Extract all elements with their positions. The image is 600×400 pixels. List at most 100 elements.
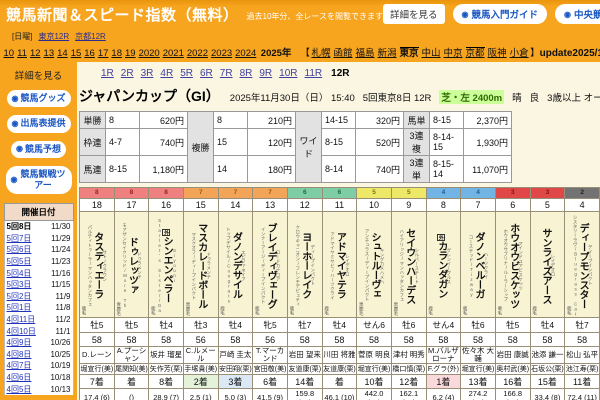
race-tab[interactable]: 10R: [279, 68, 297, 79]
year-link[interactable]: 15: [71, 48, 82, 59]
schedule-link[interactable]: 4回6日: [7, 373, 32, 382]
payout-sel-trifecta: 8-15-14: [429, 155, 464, 183]
schedule-link[interactable]: 4回11日: [7, 315, 36, 324]
year-link[interactable]: 11: [17, 48, 27, 59]
horse-name: ホウオウビスケッツ: [507, 222, 519, 309]
sidebar-detail-link[interactable]: 詳細を見る: [0, 68, 77, 82]
year-link[interactable]: 14: [57, 48, 68, 59]
schedule-link[interactable]: 4回10日: [7, 327, 36, 336]
sidebar-button[interactable]: ◉ 競馬予想: [11, 140, 66, 158]
venue-link[interactable]: 中京: [444, 48, 463, 59]
payout-table: 単勝 8 620円 複勝 8 210円 ワイド 14-15 320円 馬単 8-…: [79, 111, 512, 183]
year-link[interactable]: 2023: [211, 48, 232, 59]
venue-link[interactable]: 中山: [422, 48, 441, 59]
beginner-guide-button[interactable]: ◉ 競馬入門ガイド: [452, 4, 548, 24]
race-tabs-row: 1R 2R 3R 4R 5R 6R 7R 8R 9R 10R 11R 12R: [79, 62, 600, 84]
schedule-link[interactable]: 5回1日: [7, 303, 32, 312]
schedule-date: 11/9: [55, 291, 71, 301]
year-link[interactable]: 10: [4, 48, 15, 59]
sex-age-cell: 牡5: [79, 317, 115, 333]
race-tab[interactable]: 3R: [141, 68, 154, 79]
venue-link[interactable]: 札幌: [311, 48, 330, 59]
sex-age-cell: 牡4: [529, 317, 566, 333]
horse-table-row: 17.4 (6)() 28.9 (7) 2.5 (1) 5.0 (3) 41.5 (9)…: [79, 387, 600, 400]
schedule-row: 5回3日 11/15: [3, 279, 74, 291]
header-detail-button[interactable]: 詳細を見る: [383, 4, 445, 24]
day-race-link[interactable]: 東京12R: [38, 32, 69, 41]
venue-link[interactable]: 小倉: [510, 48, 529, 59]
schedule-header: 開催日付: [3, 203, 74, 222]
horse-number-cell: 18: [79, 198, 115, 212]
horse-name-block: ディープインパクト ヨーホーレイク クロウキャニオン/フレンチデピュティ: [295, 213, 316, 317]
last-result-cell: 16着: [494, 373, 531, 389]
year-link[interactable]: 17: [98, 48, 109, 59]
year-link[interactable]: 2024: [235, 48, 256, 59]
day-race-link[interactable]: 京都12R: [75, 32, 106, 41]
sidebar-button[interactable]: ◉ 競馬観戦ツアー: [5, 165, 72, 195]
venue-link[interactable]: 新潟: [377, 48, 396, 59]
year-link[interactable]: 16: [84, 48, 95, 59]
schedule-link[interactable]: 4回7日: [7, 361, 32, 370]
schedule-link[interactable]: 5回2日: [7, 292, 32, 301]
venue-link[interactable]: 福島: [355, 48, 374, 59]
jockey-name-cell: 津村 明秀: [390, 346, 427, 364]
horse-name: アドマイヤテラ: [334, 232, 346, 299]
schedule-link[interactable]: 5回5日: [7, 257, 32, 266]
carried-weight-cell: 58: [390, 332, 427, 347]
schedule-link[interactable]: 5回4日: [7, 269, 32, 278]
horse-name: サンライズアース: [539, 227, 551, 304]
foreign-bred-mark: 外: [162, 228, 171, 236]
coat-color: 鹿毛: [289, 306, 295, 315]
horse-name-block: キングカメハメハ シュトルーヴェ アンチュラス/ディープインパクト: [364, 213, 385, 317]
payout-sel-place-2: 15: [213, 128, 248, 156]
race-tab[interactable]: 7R: [220, 68, 233, 79]
year-current: 2025年: [260, 48, 292, 59]
venue-link[interactable]: 京都: [465, 47, 485, 59]
schedule-link[interactable]: 4回5日: [7, 385, 32, 394]
venue-link[interactable]: 阪神: [488, 48, 507, 59]
sidebar-button[interactable]: ◉ 出馬表提供: [6, 115, 71, 133]
header-buttons: 詳細を見る ◉競馬入門ガイド ◉中央競馬情報: [383, 4, 600, 24]
bracket-number-cell: 6: [321, 187, 358, 199]
year-link[interactable]: 18: [111, 48, 122, 59]
race-tab[interactable]: 9R: [259, 68, 272, 79]
venues-open-bracket: 【: [300, 48, 310, 59]
schedule-link[interactable]: 5回7日: [7, 234, 32, 243]
year-link[interactable]: 2022: [187, 48, 208, 59]
day-label: [日曜]: [12, 32, 33, 41]
sidebar-button[interactable]: ◉ 競馬グッズ: [6, 90, 71, 108]
race-tab[interactable]: 6R: [200, 68, 213, 79]
schedule-link[interactable]: 4回9日: [7, 338, 32, 347]
year-link[interactable]: 12: [30, 48, 41, 59]
schedule-link[interactable]: 4回8日: [7, 350, 32, 359]
schedule-link[interactable]: 5回6日: [7, 245, 32, 254]
race-tab[interactable]: 8R: [240, 68, 253, 79]
payout-sel-win: 8: [105, 111, 140, 129]
venue-link[interactable]: 函館: [333, 48, 352, 59]
schedule-cell: 5回4日 11/16: [3, 267, 74, 280]
schedule-cell: 5回7日 11/29: [3, 232, 74, 245]
dam-name: シスタリーラヴ/Bluegrass Cat: [573, 214, 579, 317]
horse-number-cell: 15: [182, 198, 219, 212]
schedule-row: 5回1日 11/8: [3, 302, 74, 314]
year-link[interactable]: 2020: [139, 48, 160, 59]
coat-color: 鹿毛: [255, 306, 261, 315]
venue-link[interactable]: 東京: [399, 47, 419, 59]
jra-info-button[interactable]: ◉中央競馬情報: [555, 4, 600, 24]
year-link[interactable]: 19: [125, 48, 136, 59]
jockey-name-cell: 池添 謙一: [529, 346, 566, 364]
schedule-link[interactable]: 5回3日: [7, 280, 32, 289]
race-tab[interactable]: 2R: [121, 68, 134, 79]
race-tab[interactable]: 4R: [160, 68, 173, 79]
foreign-bred-mark: 外: [436, 233, 445, 241]
race-tab[interactable]: 11R: [305, 68, 323, 79]
race-tab[interactable]: 1R: [101, 68, 114, 79]
year-link[interactable]: 2021: [163, 48, 184, 59]
year-link[interactable]: 13: [44, 48, 55, 59]
schedule-date: 11/30: [51, 222, 71, 232]
horse-name-cell: ディープインパクト ヨーホーレイク クロウキャニオン/フレンチデピュティ 鹿毛: [286, 211, 323, 318]
sex-age-cell: せん6: [356, 317, 392, 333]
race-tab[interactable]: 5R: [180, 68, 193, 79]
payout-sel-place-1: 8: [213, 111, 248, 129]
last-result-cell: 3着: [217, 373, 254, 389]
